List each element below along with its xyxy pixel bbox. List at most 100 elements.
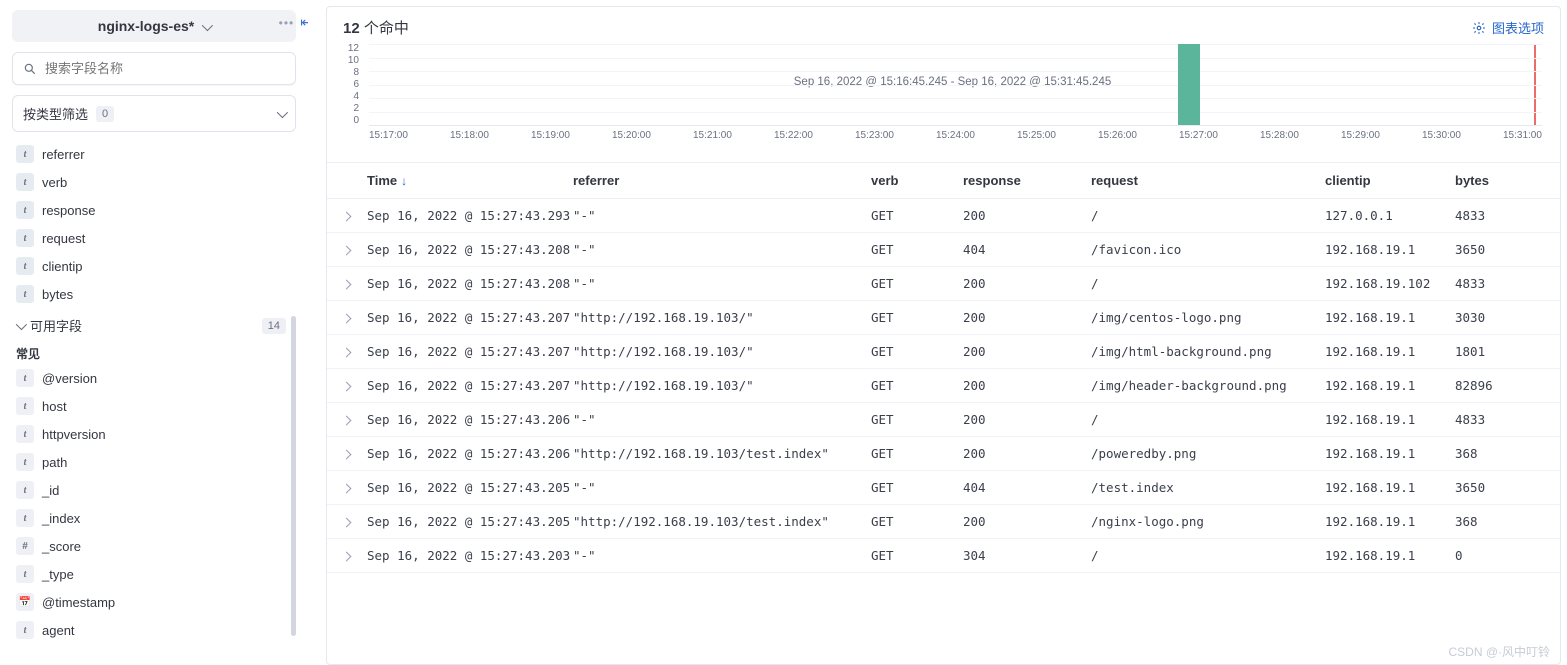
col-referrer[interactable]: referrer xyxy=(573,173,871,188)
col-bytes[interactable]: bytes xyxy=(1455,173,1544,188)
text-field-icon: t xyxy=(16,173,34,191)
field-bytes[interactable]: tbytes xyxy=(12,280,290,308)
histogram-chart[interactable]: 121086420 15:17:0015:18:0015:19:0015:20:… xyxy=(327,44,1560,156)
cell-clientip: 192.168.19.1 xyxy=(1325,446,1455,461)
cell-clientip: 192.168.19.1 xyxy=(1325,548,1455,563)
field-label: agent xyxy=(42,623,75,638)
field-label: _id xyxy=(42,483,59,498)
cell-time: Sep 16, 2022 @ 15:27:43.203 xyxy=(367,548,573,563)
expand-row-icon[interactable] xyxy=(343,277,367,291)
expand-row-icon[interactable] xyxy=(343,481,367,495)
col-request[interactable]: request xyxy=(1091,173,1325,188)
field-clientip[interactable]: tclientip xyxy=(12,252,290,280)
cell-bytes: 368 xyxy=(1455,446,1544,461)
cell-response: 304 xyxy=(963,548,1091,563)
expand-row-icon[interactable] xyxy=(343,413,367,427)
col-response[interactable]: response xyxy=(963,173,1091,188)
expand-row-icon[interactable] xyxy=(343,515,367,529)
field-label: host xyxy=(42,399,67,414)
cell-request: /img/html-background.png xyxy=(1091,344,1325,359)
cell-request: /poweredby.png xyxy=(1091,446,1325,461)
expand-row-icon[interactable] xyxy=(343,549,367,563)
text-field-icon: t xyxy=(16,285,34,303)
field-agent[interactable]: tagent xyxy=(12,616,290,644)
field-verb[interactable]: tverb xyxy=(12,168,290,196)
cell-time: Sep 16, 2022 @ 15:27:43.207 xyxy=(367,310,573,325)
field-search-input[interactable] xyxy=(12,52,296,85)
expand-row-icon[interactable] xyxy=(343,447,367,461)
available-fields-header[interactable]: 可用字段 14 xyxy=(12,308,290,339)
field-_type[interactable]: t_type xyxy=(12,560,290,588)
collapse-sidebar-icon[interactable]: ⇤ xyxy=(300,14,308,31)
field-host[interactable]: thost xyxy=(12,392,290,420)
available-count: 14 xyxy=(262,318,286,334)
col-clientip[interactable]: clientip xyxy=(1325,173,1455,188)
more-icon[interactable]: ••• xyxy=(279,16,295,30)
field-@timestamp[interactable]: @timestamp xyxy=(12,588,290,616)
field-request[interactable]: trequest xyxy=(12,224,290,252)
field-_id[interactable]: t _id xyxy=(12,476,290,504)
field-search[interactable] xyxy=(45,61,285,76)
table-row[interactable]: Sep 16, 2022 @ 15:27:43.208"-"GET200/192… xyxy=(327,267,1560,301)
field-label: _index xyxy=(42,511,80,526)
table-row[interactable]: Sep 16, 2022 @ 15:27:43.205"http://192.1… xyxy=(327,505,1560,539)
cell-response: 200 xyxy=(963,412,1091,427)
expand-row-icon[interactable] xyxy=(343,243,367,257)
filter-type-count: 0 xyxy=(96,106,114,122)
index-pattern-select[interactable]: nginx-logs-es* xyxy=(12,10,296,42)
cell-time: Sep 16, 2022 @ 15:27:43.205 xyxy=(367,514,573,529)
chart-bar[interactable] xyxy=(1178,44,1200,125)
cell-referrer: "-" xyxy=(573,548,871,563)
field-_index[interactable]: t_index xyxy=(12,504,290,532)
field-label: @timestamp xyxy=(42,595,115,610)
field-response[interactable]: tresponse xyxy=(12,196,290,224)
expand-row-icon[interactable] xyxy=(343,379,367,393)
cell-referrer: "-" xyxy=(573,276,871,291)
field-path[interactable]: tpath xyxy=(12,448,290,476)
cell-verb: GET xyxy=(871,276,963,291)
field-httpversion[interactable]: thttpversion xyxy=(12,420,290,448)
table-row[interactable]: Sep 16, 2022 @ 15:27:43.206"http://192.1… xyxy=(327,437,1560,471)
table-row[interactable]: Sep 16, 2022 @ 15:27:43.207"http://192.1… xyxy=(327,335,1560,369)
field-list: treferrertverbtresponsetrequesttclientip… xyxy=(12,140,296,644)
cell-response: 200 xyxy=(963,208,1091,223)
table-body: Sep 16, 2022 @ 15:27:43.293"-"GET200/127… xyxy=(327,199,1560,573)
col-verb[interactable]: verb xyxy=(871,173,963,188)
chevron-down-icon xyxy=(16,318,24,333)
text-field-icon: t xyxy=(16,565,34,583)
chart-options-button[interactable]: 图表选项 xyxy=(1472,18,1544,37)
chart-plot-area[interactable] xyxy=(369,44,1542,126)
field-label: response xyxy=(42,203,95,218)
cell-referrer: "-" xyxy=(573,480,871,495)
field-referrer[interactable]: treferrer xyxy=(12,140,290,168)
table-row[interactable]: Sep 16, 2022 @ 15:27:43.205"-"GET404/tes… xyxy=(327,471,1560,505)
field-@version[interactable]: t@version xyxy=(12,364,290,392)
field-_score[interactable]: #_score xyxy=(12,532,290,560)
text-field-icon: t xyxy=(16,481,34,499)
expand-row-icon[interactable] xyxy=(343,209,367,223)
expand-row-icon[interactable] xyxy=(343,345,367,359)
search-icon xyxy=(23,62,37,76)
table-row[interactable]: Sep 16, 2022 @ 15:27:43.207"http://192.1… xyxy=(327,301,1560,335)
cell-bytes: 3030 xyxy=(1455,310,1544,325)
hit-count: 12 个命中 xyxy=(343,17,409,38)
table-row[interactable]: Sep 16, 2022 @ 15:27:43.203"-"GET304/192… xyxy=(327,539,1560,573)
cell-verb: GET xyxy=(871,378,963,393)
scrollbar-thumb[interactable] xyxy=(291,316,296,636)
field-label: clientip xyxy=(42,259,82,274)
cell-verb: GET xyxy=(871,208,963,223)
cell-clientip: 192.168.19.1 xyxy=(1325,242,1455,257)
table-row[interactable]: Sep 16, 2022 @ 15:27:43.206"-"GET200/192… xyxy=(327,403,1560,437)
cell-referrer: "http://192.168.19.103/test.index" xyxy=(573,446,871,461)
cell-request: / xyxy=(1091,208,1325,223)
cell-request: / xyxy=(1091,548,1325,563)
cell-request: / xyxy=(1091,412,1325,427)
cell-time: Sep 16, 2022 @ 15:27:43.206 xyxy=(367,446,573,461)
table-row[interactable]: Sep 16, 2022 @ 15:27:43.207"http://192.1… xyxy=(327,369,1560,403)
filter-by-type[interactable]: 按类型筛选 0 xyxy=(12,95,296,132)
cell-request: /nginx-logo.png xyxy=(1091,514,1325,529)
table-row[interactable]: Sep 16, 2022 @ 15:27:43.293"-"GET200/127… xyxy=(327,199,1560,233)
col-time[interactable]: Time ↓ xyxy=(367,173,573,188)
table-row[interactable]: Sep 16, 2022 @ 15:27:43.208"-"GET404/fav… xyxy=(327,233,1560,267)
expand-row-icon[interactable] xyxy=(343,311,367,325)
